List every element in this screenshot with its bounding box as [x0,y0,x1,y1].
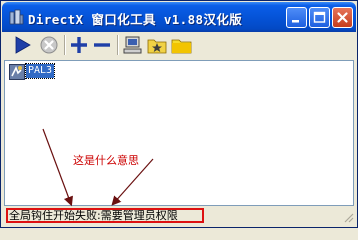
arrow-left [42,128,73,207]
status-message: 全局钩住开始失败:需要管理员权限 [6,208,204,223]
annotation-note: 这是什么意思 [73,154,139,167]
app-window: DirectX 窗口化工具 v1.88汉化版 PAL3 这是什么意思 全局钩住开… [0,0,358,228]
annotation-arrows [42,128,154,207]
status-bar: 全局钩住开始失败:需要管理员权限 [4,207,356,225]
resize-grip-icon[interactable] [342,211,354,223]
